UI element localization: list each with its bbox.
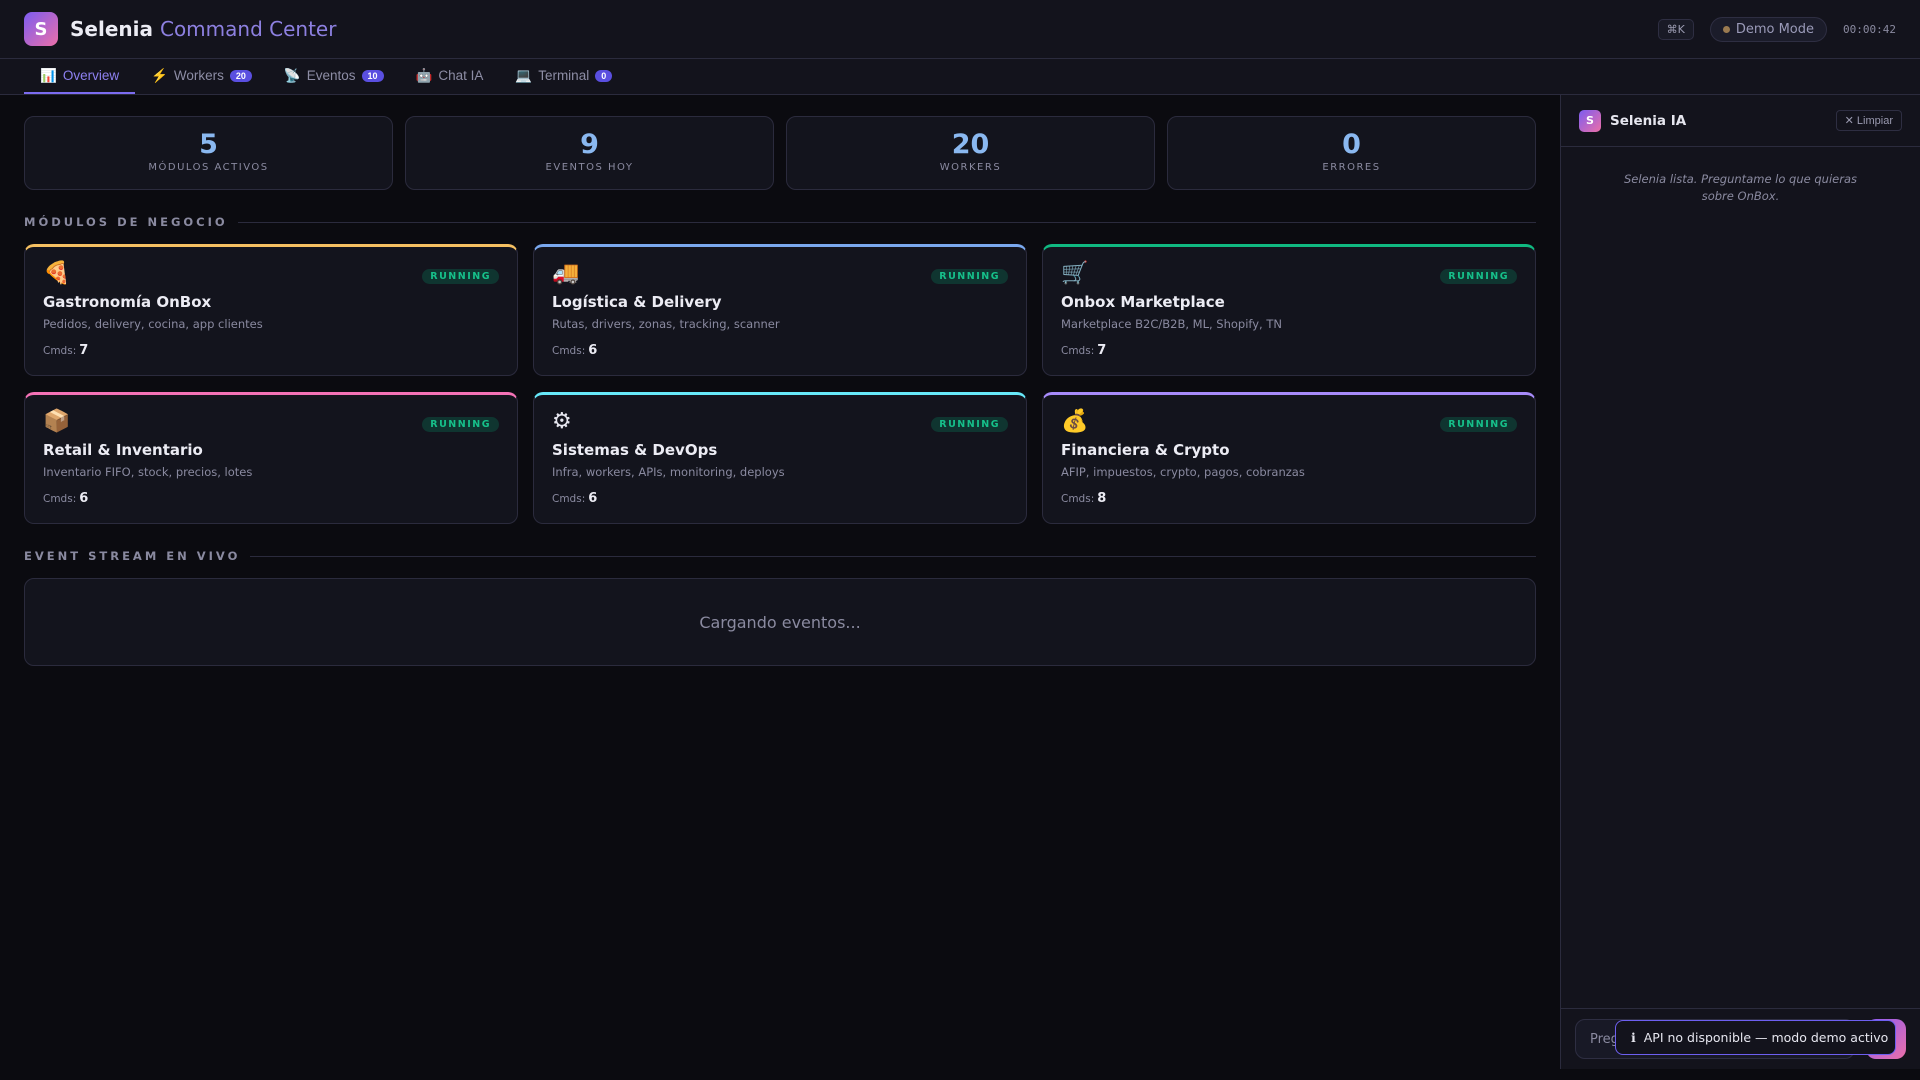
tab-count-badge: 10	[361, 69, 384, 82]
module-cmds: Cmds: 7	[1061, 343, 1517, 358]
command-palette-shortcut[interactable]: ⌘K	[1657, 18, 1694, 40]
tab-label: Overview	[62, 68, 120, 83]
stat-label: WORKERS	[939, 162, 1002, 173]
cmds-count: 7	[1097, 343, 1107, 358]
status-dot-icon	[1722, 25, 1730, 33]
cmds-count: 6	[79, 491, 89, 506]
stat-label: MÓDULOS ACTIVOS	[148, 162, 269, 173]
send-button[interactable]	[1866, 1019, 1906, 1059]
status-badge: RUNNING	[422, 269, 499, 284]
module-cmds: Cmds: 6	[552, 491, 1008, 506]
module-card[interactable]: 💰 RUNNING Financiera & Crypto AFIP, impuest…	[1042, 392, 1536, 524]
stat-label: ERRORES	[1322, 162, 1381, 173]
module-title: Onbox Marketplace	[1061, 293, 1225, 311]
stat-label: EVENTOS HOY	[545, 162, 634, 173]
module-title: Sistemas & DevOps	[552, 441, 718, 459]
chat-hint: Selenia lista. Preguntame lo que quieras…	[1623, 172, 1857, 204]
stat-card: 9 EVENTOS HOY	[405, 116, 774, 190]
demo-mode-label: Demo Mode	[1735, 21, 1815, 37]
chat-title: Selenia IA	[1610, 112, 1687, 129]
module-description: AFIP, impuestos, crypto, pagos, cobranza…	[1061, 465, 1305, 479]
event-stream: Cargando eventos...	[24, 578, 1536, 666]
module-title: Logística & Delivery	[552, 293, 722, 311]
status-badge: RUNNING	[931, 269, 1008, 284]
tab-chat-ia[interactable]: 🤖 Chat IA	[400, 59, 500, 94]
app-brand: Selenia	[70, 17, 153, 41]
module-title: Gastronomía OnBox	[43, 293, 212, 311]
module-card[interactable]: 🍕 RUNNING Gastronomía OnBox Pedidos, delive…	[24, 244, 518, 376]
main-tabs: 📊 Overview ⚡ Workers 20 📡 Eventos 10 🤖 Chat IA 💻 Te…	[0, 59, 1920, 95]
tab-icon: 🤖	[415, 67, 433, 83]
status-badge: RUNNING	[1440, 417, 1517, 432]
stats-row: 5 MÓDULOS ACTIVOS 9 EVENTOS HOY 20 WORKERS 0 ER…	[24, 116, 1536, 190]
module-description: Marketplace B2C/B2B, ML, Shopify, TN	[1061, 317, 1282, 331]
stat-value: 20	[951, 129, 990, 160]
tab-label: Terminal	[538, 68, 590, 83]
tab-workers[interactable]: ⚡ Workers 20	[135, 59, 268, 94]
session-clock: 00:00:42	[1843, 22, 1896, 36]
demo-mode-badge[interactable]: Demo Mode	[1709, 16, 1828, 42]
top-bar: S Selenia Command Center ⌘K Demo Mode 00…	[0, 0, 1920, 59]
events-loading-text: Cargando eventos...	[699, 612, 861, 632]
module-description: Rutas, drivers, zonas, tracking, scanner	[552, 317, 780, 331]
module-card[interactable]: 🛒 RUNNING Onbox Marketplace Marketplace B2C…	[1042, 244, 1536, 376]
module-description: Infra, workers, APIs, monitoring, deploy…	[552, 465, 785, 479]
status-badge: RUNNING	[1440, 269, 1517, 284]
module-cmds: Cmds: 6	[43, 491, 499, 506]
chat-panel: S Selenia IA ✕ Limpiar Selenia lista. Pr…	[1560, 95, 1920, 1069]
modules-section-title: MÓDULOS DE NEGOCIO	[24, 215, 1536, 229]
tab-label: Chat IA	[438, 68, 484, 83]
chat-input[interactable]	[1575, 1019, 1855, 1059]
stat-card: 0 ERRORES	[1167, 116, 1536, 190]
cmds-count: 7	[79, 343, 89, 358]
tab-overview[interactable]: 📊 Overview	[24, 59, 136, 94]
tab-label: Workers	[173, 68, 224, 83]
stat-card: 20 WORKERS	[786, 116, 1155, 190]
tab-icon: 📡	[283, 67, 301, 83]
tab-count-badge: 0	[595, 69, 613, 82]
module-card[interactable]: ⚙ RUNNING Sistemas & DevOps Infra, workers,…	[533, 392, 1027, 524]
module-card[interactable]: 🚚 RUNNING Logística & Delivery Rutas, drive…	[533, 244, 1027, 376]
cmds-label: Cmds:	[552, 345, 586, 357]
cmds-count: 8	[1097, 491, 1107, 506]
app-logo: S	[24, 12, 58, 46]
tab-icon: 💻	[515, 67, 533, 83]
cmds-count: 6	[588, 343, 598, 358]
tab-label: Eventos	[306, 68, 356, 83]
cmds-label: Cmds:	[552, 493, 586, 505]
module-cmds: Cmds: 6	[552, 343, 1008, 358]
status-badge: RUNNING	[931, 417, 1008, 432]
module-title: Retail & Inventario	[43, 441, 203, 459]
clear-chat-button[interactable]: ✕ Limpiar	[1835, 110, 1902, 131]
main-content: 5 MÓDULOS ACTIVOS 9 EVENTOS HOY 20 WORKERS 0 ER…	[0, 95, 1560, 1080]
module-description: Inventario FIFO, stock, precios, lotes	[43, 465, 253, 479]
chat-header: S Selenia IA ✕ Limpiar	[1561, 95, 1920, 147]
tab-icon: ⚡	[151, 67, 168, 83]
cmds-count: 6	[588, 491, 598, 506]
tab-eventos[interactable]: 📡 Eventos 10	[268, 59, 400, 94]
cmds-label: Cmds:	[1061, 493, 1095, 505]
module-cmds: Cmds: 8	[1061, 491, 1517, 506]
module-title: Financiera & Crypto	[1061, 441, 1230, 459]
cmds-label: Cmds:	[43, 493, 77, 505]
modules-grid: 🍕 RUNNING Gastronomía OnBox Pedidos, delive…	[24, 244, 1536, 524]
tab-icon: 📊	[40, 67, 57, 83]
module-card[interactable]: 📦 RUNNING Retail & Inventario Inventario FI…	[24, 392, 518, 524]
cmds-label: Cmds:	[1061, 345, 1095, 357]
stat-value: 0	[1342, 129, 1361, 160]
tab-count-badge: 20	[229, 69, 252, 82]
status-badge: RUNNING	[422, 417, 499, 432]
stat-card: 5 MÓDULOS ACTIVOS	[24, 116, 393, 190]
tab-terminal[interactable]: 💻 Terminal 0	[499, 59, 628, 94]
cmds-label: Cmds:	[43, 345, 77, 357]
module-description: Pedidos, delivery, cocina, app clientes	[43, 317, 263, 331]
stat-value: 5	[199, 129, 218, 160]
app-subtitle: Command Center	[159, 17, 337, 41]
stat-value: 9	[580, 129, 599, 160]
chat-logo: S	[1579, 109, 1601, 132]
module-cmds: Cmds: 7	[43, 343, 499, 358]
chat-footer	[1561, 1008, 1920, 1069]
events-section-title: EVENT STREAM EN VIVO	[24, 549, 1536, 563]
